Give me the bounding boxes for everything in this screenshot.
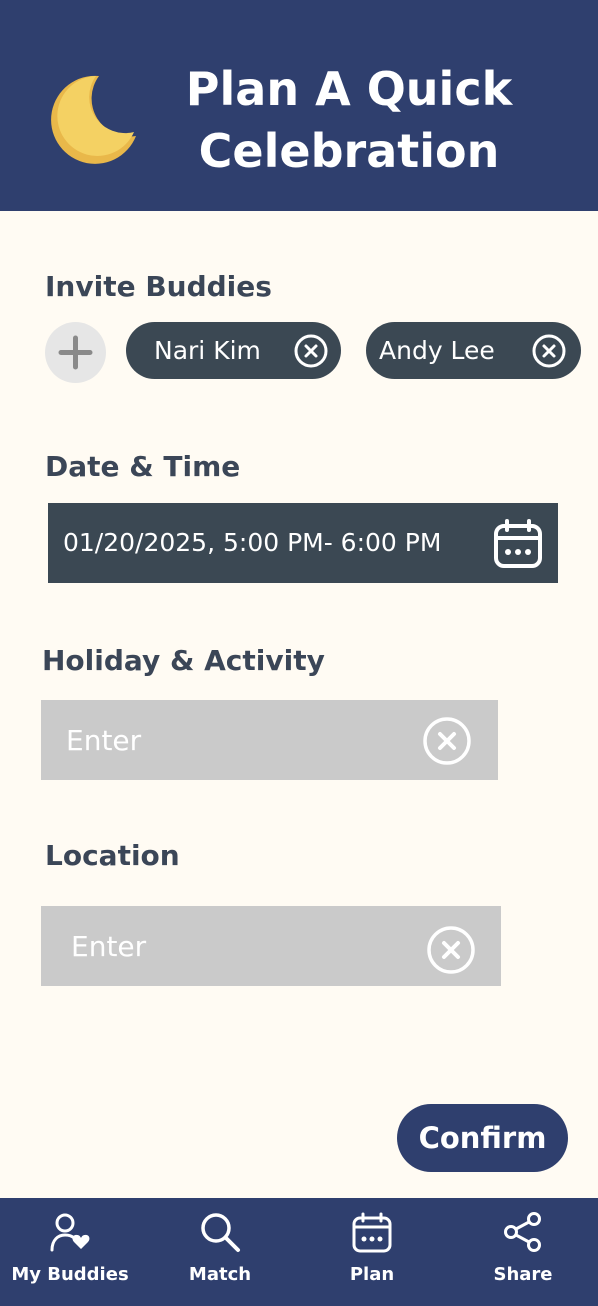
- page-title: Plan A Quick Celebration: [150, 58, 548, 182]
- bottom-nav: My Buddies Match Plan Share: [0, 1198, 598, 1306]
- add-buddy-button[interactable]: [45, 322, 106, 383]
- close-circle-icon[interactable]: [422, 716, 472, 766]
- calendar-icon[interactable]: [492, 518, 544, 570]
- nav-item-share[interactable]: Share: [453, 1198, 593, 1306]
- nav-item-my-buddies[interactable]: My Buddies: [0, 1198, 140, 1306]
- nav-item-match[interactable]: Match: [150, 1198, 290, 1306]
- buddy-chip-name: Andy Lee: [379, 336, 495, 365]
- plus-icon: [58, 335, 93, 370]
- nav-item-plan[interactable]: Plan: [302, 1198, 442, 1306]
- holiday-activity-label: Holiday & Activity: [42, 644, 325, 677]
- confirm-button[interactable]: Confirm: [397, 1104, 568, 1172]
- close-circle-icon[interactable]: [532, 334, 566, 368]
- location-label: Location: [45, 839, 180, 872]
- nav-label-share: Share: [493, 1264, 553, 1285]
- location-input[interactable]: [41, 906, 421, 986]
- nav-label-plan: Plan: [349, 1264, 395, 1285]
- share-icon: [504, 1212, 541, 1252]
- close-circle-icon[interactable]: [294, 334, 328, 368]
- close-circle-icon[interactable]: [426, 925, 476, 975]
- search-icon: [201, 1213, 240, 1252]
- buddies-heart-icon: [50, 1213, 90, 1252]
- date-time-value: 01/20/2025, 5:00 PM- 6:00 PM: [63, 528, 442, 557]
- buddy-chip[interactable]: Andy Lee: [366, 322, 581, 379]
- location-field: [41, 906, 501, 986]
- holiday-activity-input[interactable]: [41, 700, 421, 780]
- buddy-chip[interactable]: Nari Kim: [126, 322, 341, 379]
- date-time-field[interactable]: 01/20/2025, 5:00 PM- 6:00 PM: [48, 503, 558, 583]
- date-time-label: Date & Time: [45, 450, 241, 483]
- buddy-chip-name: Nari Kim: [154, 336, 261, 365]
- invite-buddies-label: Invite Buddies: [45, 270, 272, 303]
- nav-label-match: Match: [188, 1264, 252, 1285]
- holiday-activity-field: [41, 700, 498, 780]
- nav-label-my-buddies: My Buddies: [11, 1264, 129, 1285]
- calendar-icon: [352, 1212, 392, 1253]
- page-title-line1: Plan A Quick: [185, 62, 513, 116]
- app-header: Plan A Quick Celebration: [0, 0, 598, 211]
- page-title-line2: Celebration: [198, 124, 500, 178]
- crescent-moon-icon: [51, 75, 137, 164]
